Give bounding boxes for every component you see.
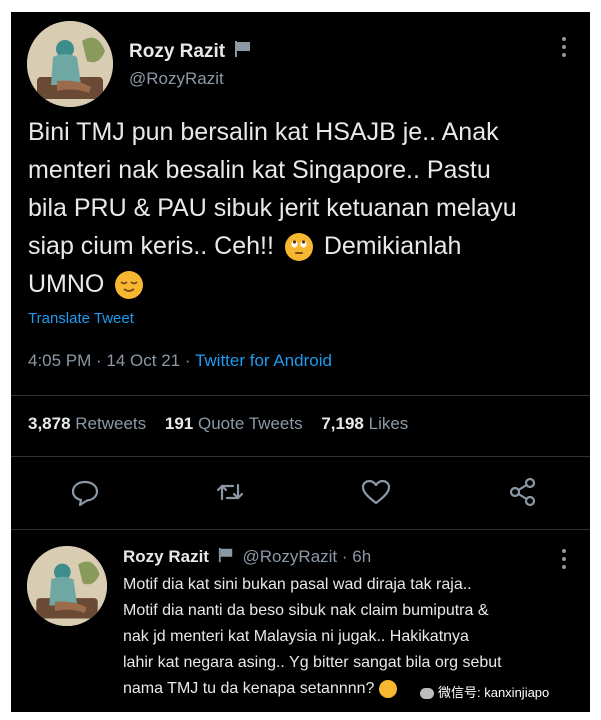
quote-tweets-stat[interactable]: 191 Quote Tweets [165, 414, 303, 433]
divider [11, 529, 590, 530]
tweet-line-3: bila PRU & PAU sibuk jerit ketuanan mela… [28, 194, 517, 222]
reply-line-2: Motif dia nanti da beso sibuk nak claim … [123, 602, 489, 619]
relieved-face-emoji-icon [115, 271, 144, 300]
reply-line-3: nak jd menteri kat Malaysia ni jugak.. H… [123, 628, 469, 645]
tweet-line-4-tail: Demikianlah [323, 232, 462, 260]
flag-icon [218, 547, 234, 568]
tweet-line-5-text: UMNO [28, 270, 105, 298]
author-handle[interactable]: @RozyRazit [129, 69, 224, 89]
share-icon[interactable] [506, 475, 540, 509]
tweet-line-4-text: siap cium keris.. Ceh!! [28, 232, 274, 260]
reply-header: Rozy Razit @RozyRazit · 6h [123, 547, 371, 568]
reply-more-options-icon[interactable] [562, 549, 566, 573]
retweets-label: Retweets [75, 414, 147, 433]
wechat-watermark: 微信号: kanxinjiapo [414, 680, 556, 703]
wechat-icon [420, 688, 434, 700]
emoji-icon [378, 679, 397, 698]
avatar[interactable] [27, 21, 113, 107]
like-heart-icon[interactable] [359, 475, 393, 509]
retweet-icon[interactable] [213, 475, 247, 509]
tweet-line-5: UMNO [28, 265, 583, 303]
flag-icon [234, 40, 252, 64]
reply-line-1: Motif dia kat sini bukan pasal wad diraj… [123, 576, 472, 593]
tweet-screenshot: Rozy Razit @RozyRazit Bini TMJ pun bersa… [11, 12, 590, 712]
reply-author-name[interactable]: Rozy Razit [123, 547, 209, 566]
rolling-eyes-emoji-icon [284, 233, 313, 262]
watermark-text: 微信号: kanxinjiapo [438, 685, 550, 700]
divider [11, 456, 590, 457]
author-name-text[interactable]: Rozy Razit [129, 41, 225, 62]
likes-label: Likes [368, 414, 409, 433]
reply-author-handle[interactable]: @RozyRazit [242, 547, 337, 566]
translate-tweet-link[interactable]: Translate Tweet [28, 310, 134, 327]
reply-line-4: lahir kat negara asing.. Yg bitter sanga… [123, 654, 502, 671]
likes-count: 7,198 [321, 414, 364, 433]
retweets-count: 3,878 [28, 414, 71, 433]
tweet-line-1: Bini TMJ pun bersalin kat HSAJB je.. Ana… [28, 118, 499, 146]
tweet-time[interactable]: 4:05 PM · 14 Oct 21 · [28, 351, 195, 370]
author-name[interactable]: Rozy Razit [129, 40, 252, 64]
likes-stat[interactable]: 7,198 Likes [321, 414, 408, 433]
reply-icon[interactable] [68, 475, 102, 509]
quote-tweets-count: 191 [164, 414, 194, 433]
retweets-stat[interactable]: 3,878 Retweets [28, 414, 146, 433]
tweet-timestamp: 4:05 PM · 14 Oct 21 · Twitter for Androi… [28, 351, 332, 371]
reply-avatar[interactable] [27, 546, 107, 626]
tweet-stats: 3,878 Retweets 191 Quote Tweets 7,198 Li… [28, 414, 408, 434]
tweet-source-link[interactable]: Twitter for Android [195, 351, 332, 370]
reply-timestamp[interactable]: · 6h [342, 547, 371, 566]
tweet-text: Bini TMJ pun bersalin kat HSAJB je.. Ana… [28, 113, 583, 303]
tweet-line-2: menteri nak besalin kat Singapore.. Past… [28, 156, 491, 184]
reply-line-5-text: nama TMJ tu da kenapa setannnn? [123, 680, 375, 697]
quote-tweets-label: Quote Tweets [198, 414, 303, 433]
more-options-icon[interactable] [562, 37, 566, 61]
tweet-line-4: siap cium keris.. Ceh!! Demikianlah [28, 227, 583, 265]
divider [11, 395, 590, 396]
